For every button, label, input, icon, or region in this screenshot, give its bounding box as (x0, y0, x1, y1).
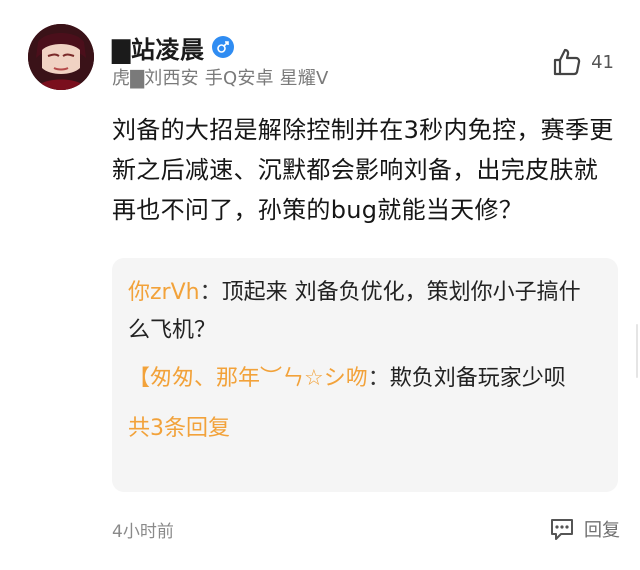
reply-text: 欺负刘备玩家少呗 (389, 366, 566, 391)
chat-bubble-icon (548, 515, 576, 543)
avatar-image (28, 24, 94, 90)
username-row: ▇站凌晨 (112, 30, 235, 65)
reply-separator: ： (199, 280, 222, 305)
reply-separator: ： (367, 366, 390, 391)
comment-footer: 4小时前 回复 (112, 512, 620, 546)
scrollbar[interactable] (636, 324, 638, 378)
reply-item[interactable]: 【匆匆、那年︶ㄣ☆シ吻：欺负刘备玩家少呗 (128, 360, 602, 398)
view-all-replies-link[interactable]: 共3条回复 (128, 410, 230, 442)
reply-author[interactable]: 【匆匆、那年︶ㄣ☆シ吻 (128, 366, 368, 391)
male-icon (212, 36, 235, 58)
avatar[interactable] (28, 24, 94, 90)
username[interactable]: ▇站凌晨 (112, 30, 204, 65)
reply-button[interactable]: 回复 (548, 515, 620, 543)
replies-preview[interactable]: 你zrVh：顶起来 刘备负优化，策划你小子搞什么飞机？ 【匆匆、那年︶ㄣ☆シ吻：… (112, 258, 618, 492)
like-count: 41 (591, 51, 614, 73)
reply-button-label: 回复 (584, 520, 620, 541)
reply-item[interactable]: 你zrVh：顶起来 刘备负优化，策划你小子搞什么飞机？ (128, 274, 602, 350)
thumbs-up-icon (551, 46, 583, 78)
user-meta: 虎▇刘西安 手Q安卓 星耀V (112, 68, 329, 89)
reply-author[interactable]: 你zrVh (128, 280, 200, 305)
comment-text: 刘备的大招是解除控制并在3秒内免控，赛季更新之后减速、沉默都会影响刘备，出完皮肤… (112, 116, 614, 224)
like-button[interactable]: 41 (551, 44, 614, 80)
timestamp: 4小时前 (112, 521, 174, 542)
